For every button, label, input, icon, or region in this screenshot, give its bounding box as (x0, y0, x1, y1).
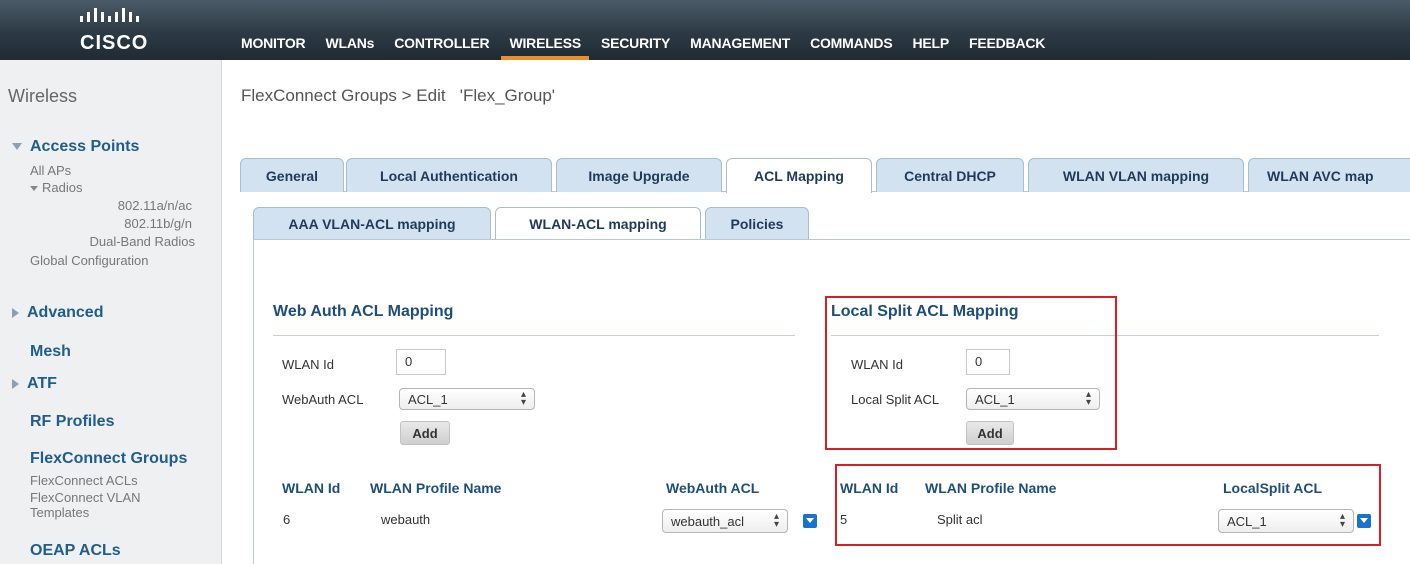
webauth-col-acl: WebAuth ACL (666, 480, 760, 496)
collapsed-icon (12, 307, 19, 318)
tab-wlan-vlan-mapping[interactable]: WLAN VLAN mapping (1028, 158, 1244, 192)
webauth-col-profile: WLAN Profile Name (370, 480, 502, 496)
logo-text: CISCO (80, 32, 149, 54)
tab-central-dhcp[interactable]: Central DHCP (876, 158, 1024, 192)
sub-tabs: AAA VLAN-ACL mapping WLAN-ACL mapping Po… (253, 207, 1410, 239)
webauth-row-id: 6 (283, 512, 291, 527)
cisco-bars-icon (80, 8, 139, 22)
webauth-row-profile: webauth (381, 512, 431, 527)
collapsed-icon (12, 378, 19, 389)
main-tabs: General Local Authentication Image Upgra… (240, 158, 1410, 193)
sidebar-item-label: ATF (27, 375, 57, 392)
expanded-icon (30, 186, 38, 192)
webauth-row-dropdown-icon[interactable] (803, 514, 817, 528)
sidebar-item-atf[interactable]: ATF (12, 375, 57, 393)
sidebar-item-global-config[interactable]: Global Configuration (30, 253, 149, 268)
nav-wlans[interactable]: WLANs (325, 35, 374, 51)
nav-security[interactable]: SECURITY (601, 35, 670, 51)
sidebar-item-flexconnect-groups[interactable]: FlexConnect Groups (30, 450, 187, 468)
sidebar-item-radio-b[interactable]: 802.11b/g/n (0, 216, 192, 231)
sidebar-item-access-points[interactable]: Access Points (12, 138, 139, 156)
main-nav: MONITOR WLANs CONTROLLER WIRELESS SECURI… (241, 35, 1065, 60)
tab-image-upgrade[interactable]: Image Upgrade (556, 158, 722, 192)
subtab-policies[interactable]: Policies (705, 207, 809, 239)
subtab-wlan-acl-mapping[interactable]: WLAN-ACL mapping (495, 207, 701, 239)
sidebar-item-radio-a[interactable]: 802.11a/n/ac (0, 198, 192, 213)
nav-wireless[interactable]: WIRELESS (501, 35, 589, 60)
sidebar-item-rf-profiles[interactable]: RF Profiles (30, 413, 114, 431)
webauth-row-acl-select[interactable]: webauth_acl ▴ ▾ (662, 509, 788, 533)
sidebar: Wireless Access Points All APs Radios 80… (0, 60, 222, 564)
tab-acl-mapping[interactable]: ACL Mapping (726, 158, 872, 193)
webauth-section-title: Web Auth ACL Mapping (273, 303, 454, 320)
sidebar-item-all-aps[interactable]: All APs (30, 163, 71, 178)
sidebar-title: Wireless (8, 86, 78, 106)
nav-commands[interactable]: COMMANDS (810, 35, 893, 51)
webauth-row-acl-selected: webauth_acl (671, 513, 744, 529)
sidebar-item-flexconnect-acls[interactable]: FlexConnect ACLs (30, 473, 138, 488)
sidebar-item-label: Access Points (30, 138, 140, 155)
top-navigation-bar: CISCO MONITOR WLANs CONTROLLER WIRELESS … (0, 0, 1410, 60)
section-divider (273, 335, 795, 336)
cisco-logo: CISCO (60, 6, 170, 56)
nav-monitor[interactable]: MONITOR (241, 35, 306, 51)
tab-wlan-avc-mapping[interactable]: WLAN AVC map (1248, 158, 1410, 192)
webauth-acl-select[interactable]: ACL_1 ▴ ▾ (399, 388, 535, 410)
sidebar-item-mesh[interactable]: Mesh (30, 343, 71, 361)
nav-help[interactable]: HELP (912, 35, 949, 51)
nav-controller[interactable]: CONTROLLER (394, 35, 489, 51)
select-updown-icon: ▴ ▾ (520, 389, 526, 408)
nav-management[interactable]: MANAGEMENT (690, 35, 790, 51)
expanded-icon (12, 143, 22, 151)
webauth-acl-selected: ACL_1 (408, 391, 448, 407)
nav-feedback[interactable]: FEEDBACK (969, 35, 1045, 51)
webauth-wlan-id-input[interactable]: 0 (396, 349, 446, 375)
sidebar-item-flexconnect-vlan-templates[interactable]: FlexConnect VLAN Templates (30, 490, 180, 520)
tab-local-authentication[interactable]: Local Authentication (346, 158, 552, 192)
sidebar-item-dual-band[interactable]: Dual-Band Radios (0, 234, 195, 249)
subtab-aaa-vlan-acl-mapping[interactable]: AAA VLAN-ACL mapping (253, 207, 491, 239)
highlight-box-local-split-form (825, 296, 1117, 450)
webauth-add-button[interactable]: Add (400, 421, 450, 445)
sidebar-item-label: Radios (42, 180, 83, 195)
webauth-wlan-id-label: WLAN Id (282, 357, 335, 372)
sidebar-item-radios[interactable]: Radios (30, 180, 82, 195)
page-title: FlexConnect Groups > Edit 'Flex_Group' (241, 86, 556, 105)
tab-general[interactable]: General (240, 158, 344, 192)
sidebar-item-oeap-acls[interactable]: OEAP ACLs (30, 542, 121, 560)
webauth-acl-label: WebAuth ACL (282, 392, 364, 407)
select-updown-icon: ▴ ▾ (773, 511, 779, 530)
sidebar-item-advanced[interactable]: Advanced (12, 304, 103, 322)
highlight-box-local-split-table (835, 464, 1381, 546)
webauth-col-wlan-id: WLAN Id (282, 480, 341, 496)
sidebar-item-label: Advanced (27, 304, 104, 321)
